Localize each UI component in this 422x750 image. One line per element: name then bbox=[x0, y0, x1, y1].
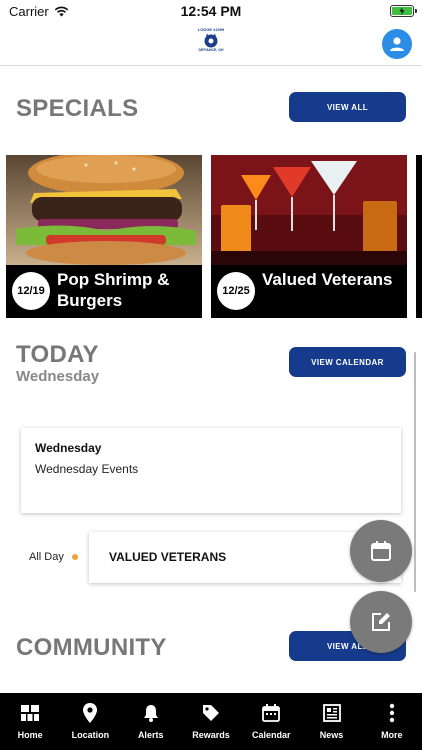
user-icon bbox=[390, 37, 404, 51]
tab-alerts[interactable]: Alerts bbox=[121, 693, 181, 750]
special-title: Pop Shrimp & Burgers bbox=[57, 270, 170, 310]
news-icon bbox=[322, 703, 342, 723]
status-time: 12:54 PM bbox=[180, 3, 242, 19]
calendar-fab[interactable] bbox=[350, 520, 412, 582]
specials-view-all-button[interactable]: VIEW ALL bbox=[289, 92, 406, 122]
home-grid-icon bbox=[20, 703, 40, 723]
tab-label: Home bbox=[17, 730, 43, 740]
community-title: COMMUNITY bbox=[16, 634, 167, 661]
event-card[interactable]: Wednesday Wednesday Events bbox=[21, 428, 401, 513]
special-title: Valued Veterans bbox=[262, 270, 393, 289]
tab-label: News bbox=[319, 730, 344, 740]
profile-button[interactable] bbox=[382, 29, 412, 59]
tab-home[interactable]: Home bbox=[0, 693, 60, 750]
tab-rewards[interactable]: Rewards bbox=[181, 693, 241, 750]
lodge-logo[interactable]: LODGE #2399 DEFIANCE, OH bbox=[195, 27, 227, 59]
tab-more[interactable]: More bbox=[362, 693, 422, 750]
view-calendar-button[interactable]: VIEW CALENDAR bbox=[289, 347, 406, 377]
tag-icon bbox=[201, 703, 221, 723]
elk-emblem-icon bbox=[204, 33, 218, 48]
burger-photo bbox=[6, 155, 202, 265]
more-dots-icon bbox=[382, 703, 402, 723]
tab-label: Calendar bbox=[252, 730, 291, 740]
cocktails-photo bbox=[211, 155, 407, 265]
all-day-label: All Day bbox=[29, 551, 64, 563]
calendar-icon bbox=[371, 541, 391, 561]
today-weekday: Wednesday bbox=[16, 368, 100, 385]
event-description: Wednesday Events bbox=[35, 462, 139, 476]
special-card[interactable]: 12/25 Valued Veterans bbox=[211, 155, 407, 318]
tab-label: Alerts bbox=[137, 730, 164, 740]
status-bar: Carrier 12:54 PM bbox=[0, 0, 422, 22]
special-card[interactable]: 12/19 Pop Shrimp & Burgers bbox=[6, 155, 202, 318]
tab-calendar[interactable]: Calendar bbox=[241, 693, 301, 750]
tab-label: More bbox=[381, 730, 403, 740]
edit-icon bbox=[372, 613, 390, 631]
today-title: TODAY bbox=[16, 341, 99, 368]
specials-title: SPECIALS bbox=[16, 95, 139, 122]
special-date-badge: 12/19 bbox=[12, 272, 50, 310]
logo-location-text: DEFIANCE, OH bbox=[198, 48, 224, 52]
tab-bar: Home Location Alerts Rewards Calendar Ne… bbox=[0, 693, 422, 750]
tab-label: Rewards bbox=[192, 730, 230, 740]
tab-news[interactable]: News bbox=[301, 693, 361, 750]
event-day: Wednesday bbox=[35, 441, 102, 455]
app-header: LODGE #2399 DEFIANCE, OH bbox=[0, 22, 422, 66]
special-date-badge: 12/25 bbox=[217, 272, 255, 310]
scrollbar[interactable] bbox=[414, 352, 416, 592]
compose-fab[interactable] bbox=[350, 591, 412, 653]
special-card-peek[interactable] bbox=[416, 155, 422, 318]
tab-location[interactable]: Location bbox=[60, 693, 120, 750]
calendar-icon bbox=[261, 703, 281, 723]
bell-icon bbox=[141, 703, 161, 723]
battery-icon bbox=[390, 5, 417, 17]
location-pin-icon bbox=[80, 703, 100, 723]
tab-label: Location bbox=[71, 730, 110, 740]
all-day-dot bbox=[72, 554, 78, 560]
all-day-event-title: VALUED VETERANS bbox=[109, 550, 227, 564]
